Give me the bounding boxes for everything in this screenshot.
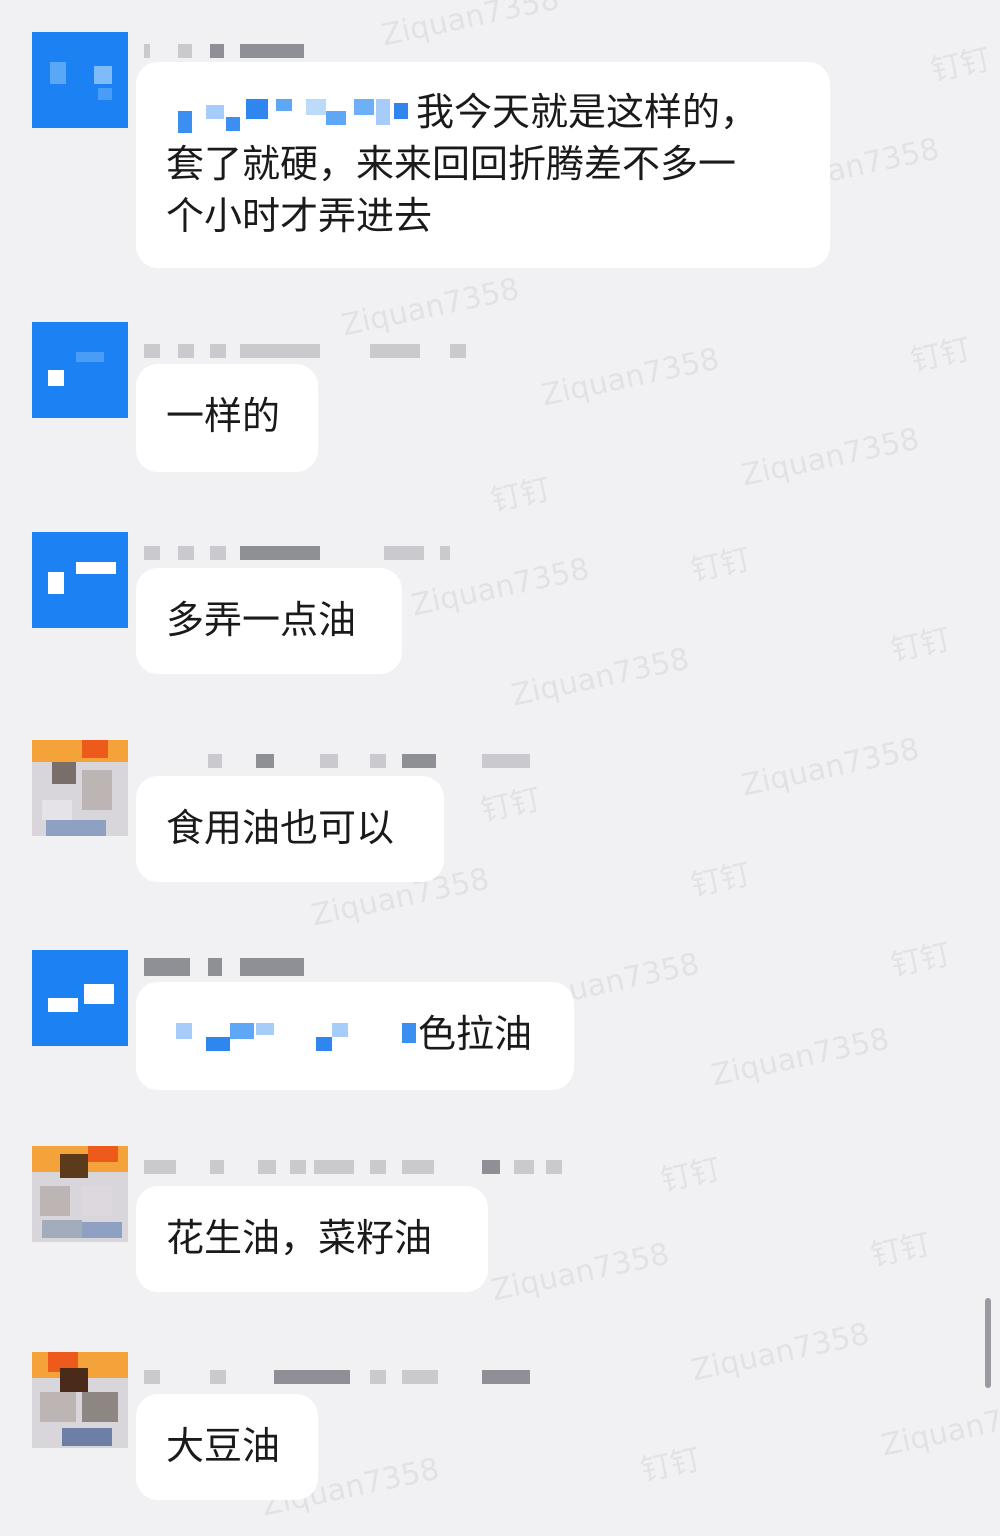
avatar[interactable] [32,1146,128,1242]
avatar[interactable] [32,740,128,836]
watermark: Ziquan7358 [408,551,593,624]
watermark: Ziquan7358 [738,421,923,494]
avatar[interactable] [32,1352,128,1448]
message-text: 大豆油 [166,1424,281,1468]
message-bubble: 大豆油 [136,1394,318,1500]
watermark: 钉钉 [867,1227,934,1274]
sender-name-redacted [144,340,564,360]
avatar[interactable] [32,32,128,128]
watermark: 钉钉 [927,42,994,89]
watermark: Ziquan7358 [708,1021,893,1094]
message-bubble: 花生油，菜籽油 [136,1186,488,1292]
watermark: Ziquan7358 [538,341,723,414]
message-text: 花生油，菜籽油 [166,1216,433,1260]
avatar[interactable] [32,322,128,418]
message-text: 多弄一点油 [166,598,357,642]
redacted-text [166,95,416,135]
watermark: Ziquan7358 [688,1316,873,1389]
watermark: Ziquan7358 [488,1236,673,1309]
message-line: 我今天就是这样的， [166,86,800,138]
watermark: 钉钉 [907,332,974,379]
watermark: Ziquan7358 [738,731,923,804]
sender-name-redacted [144,954,564,976]
watermark: 钉钉 [487,472,554,519]
avatar[interactable] [32,532,128,628]
watermark: 钉钉 [477,782,544,829]
message-bubble: 色拉油 [136,982,574,1090]
message-line: 个小时才弄进去 [166,194,433,238]
watermark: Ziquan7358 [338,271,523,344]
watermark: 钉钉 [637,1442,704,1489]
scrollbar[interactable] [985,1298,991,1388]
chat-window: Ziquan7358 钉钉 Ziquan7358 Ziquan7358 Ziqu… [0,0,1000,1536]
message-text: 食用油也可以 [166,806,395,850]
watermark: 钉钉 [687,542,754,589]
message-text: 我今天就是这样的， [416,90,759,134]
redacted-text [166,1017,418,1057]
watermark: Ziquan7358 [878,1391,1000,1464]
message-line: 套了就硬，来来回回折腾差不多一 [166,142,737,186]
message-bubble: 我今天就是这样的， 套了就硬，来来回回折腾差不多一 个小时才弄进去 [136,62,830,268]
watermark: Ziquan7358 [508,641,693,714]
sender-name-redacted [144,40,564,60]
sender-name-redacted [144,1366,564,1386]
watermark: 钉钉 [887,937,954,984]
message-text: 一样的 [166,394,281,438]
message-bubble: 食用油也可以 [136,776,444,882]
sender-name-redacted [144,542,564,562]
sender-name-redacted [144,750,564,770]
watermark: 钉钉 [657,1152,724,1199]
message-bubble: 多弄一点油 [136,568,402,674]
message-text: 色拉油 [418,1012,533,1056]
watermark: 钉钉 [887,622,954,669]
avatar[interactable] [32,950,128,1046]
watermark: 钉钉 [687,857,754,904]
sender-name-redacted [144,1156,604,1176]
message-bubble: 一样的 [136,364,318,472]
